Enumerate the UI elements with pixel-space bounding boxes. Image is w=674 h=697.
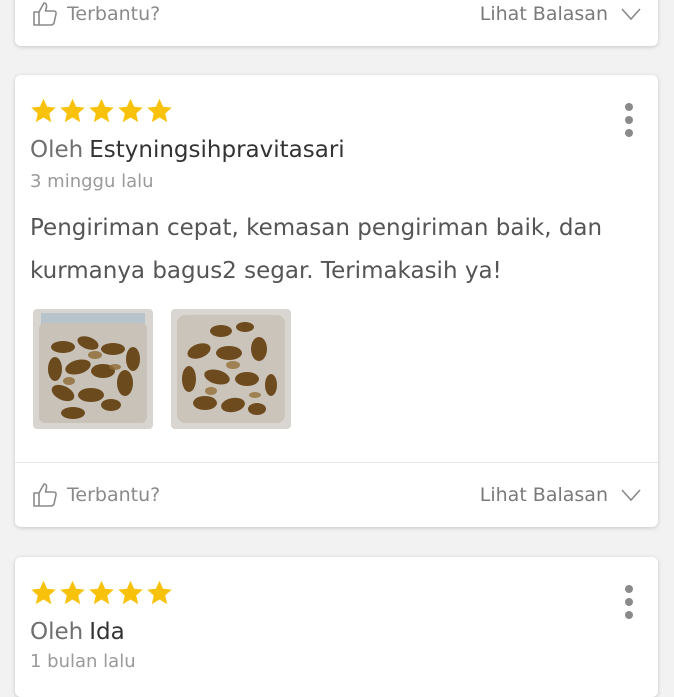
star-icon (31, 580, 56, 605)
star-icon (118, 98, 143, 123)
star-icon (89, 98, 114, 123)
review-card: Oleh Estyningsihpravitasari 3 minggu lalu… (15, 75, 658, 527)
review-footer: Terbantu? Lihat Balasan (15, 0, 658, 46)
more-options-icon[interactable] (624, 103, 634, 137)
review-footer: Terbantu? Lihat Balasan (15, 463, 658, 527)
author-prefix: Oleh (30, 137, 84, 163)
view-replies-label: Lihat Balasan (479, 3, 608, 25)
thumb-up-icon (33, 2, 57, 26)
star-icon (60, 580, 85, 605)
view-replies-button[interactable]: Lihat Balasan (480, 3, 642, 25)
chevron-down-icon (621, 489, 641, 502)
dates-photo-1 (33, 309, 153, 429)
review-photo[interactable] (33, 309, 153, 429)
thumb-up-icon (33, 483, 57, 507)
star-icon (147, 580, 172, 605)
review-card: Oleh Ida 1 bulan lalu (15, 557, 658, 697)
star-rating (29, 579, 174, 607)
helpful-label: Terbantu? (67, 3, 161, 25)
helpful-label: Terbantu? (67, 484, 161, 506)
review-time: 3 minggu lalu (30, 171, 154, 192)
dates-photo-2 (171, 309, 291, 429)
view-replies-button[interactable]: Lihat Balasan (480, 484, 642, 506)
author-name: Ida (89, 619, 125, 645)
chevron-down-icon (621, 8, 641, 21)
star-icon (147, 98, 172, 123)
star-icon (89, 580, 114, 605)
more-options-icon[interactable] (624, 585, 634, 619)
review-card: Terbantu? Lihat Balasan (15, 0, 658, 46)
author-prefix: Oleh (30, 619, 84, 645)
star-rating (29, 97, 174, 125)
review-author: Oleh Ida (30, 619, 125, 645)
review-author: Oleh Estyningsihpravitasari (30, 137, 345, 163)
review-photo[interactable] (171, 309, 291, 429)
helpful-button[interactable]: Terbantu? (31, 0, 160, 28)
star-icon (31, 98, 56, 123)
star-icon (60, 98, 85, 123)
review-time: 1 bulan lalu (30, 651, 136, 672)
star-icon (118, 580, 143, 605)
view-replies-label: Lihat Balasan (479, 484, 608, 506)
helpful-button[interactable]: Terbantu? (31, 481, 160, 509)
author-name: Estyningsihpravitasari (89, 137, 345, 163)
review-text: Pengiriman cepat, kemasan pengiriman bai… (30, 215, 603, 284)
